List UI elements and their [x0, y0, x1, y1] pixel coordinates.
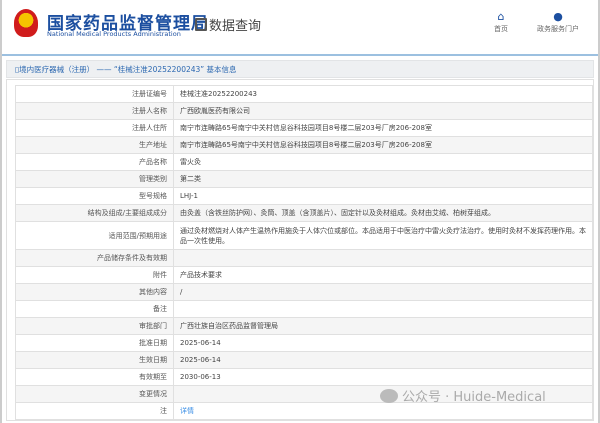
home-icon: ⌂ — [497, 10, 505, 23]
watermark-text: 公众号 · Huide-Medical — [402, 390, 546, 405]
row-value — [173, 300, 593, 318]
nav-home[interactable]: ⌂ 首页 — [494, 10, 508, 34]
nav-portal-label: 政务服务门户 — [537, 25, 579, 33]
row-value: 产品技术要求 — [173, 266, 593, 284]
table-row: 生产地址 南宁市连畴路65号南宁中关村信息谷科技园项目8号楼二层203号厂房206… — [15, 136, 593, 154]
table-row: 有效期至 2030-06-13 — [15, 368, 593, 386]
row-label: 结构及组成/主要组成成分 — [15, 204, 174, 222]
details-link[interactable]: 详情 — [180, 407, 194, 415]
site-title-en: National Medical Products Administration — [47, 30, 181, 38]
national-emblem-logo — [14, 9, 38, 37]
breadcrumb-text: 境内医疗器械（注册） —— “桂械注准20252200243” 基本信息 — [19, 65, 237, 74]
row-value: 2030-06-13 — [173, 368, 593, 386]
table-row: 生效日期 2025-06-14 — [15, 351, 593, 369]
row-value: 通过灸材燃烧对人体产生温热作用施灸于人体穴位或部位。本品适用于中医治疗中雷火灸疗… — [173, 221, 593, 250]
table-row: 结构及组成/主要组成成分 由灸盖（含铁丝防护网）、灸筒、顶盖（含顶盖片）、固定针以… — [15, 204, 593, 222]
row-value — [173, 249, 593, 267]
table-row: 审批部门 广西壮族自治区药品监督管理局 — [15, 317, 593, 335]
row-value: 详情 — [173, 402, 593, 420]
row-value: 南宁市连畴路65号南宁中关村信息谷科技园项目8号楼二层203号厂房206-208… — [173, 136, 593, 154]
breadcrumb: ▯境内医疗器械（注册） —— “桂械注准20252200243” 基本信息 — [6, 60, 594, 78]
row-label: 注册人住所 — [15, 119, 174, 137]
row-value: 广西壮族自治区药品监督管理局 — [173, 317, 593, 335]
table-row: 注册人住所 南宁市连畴路65号南宁中关村信息谷科技园项目8号楼二层203号厂房20… — [15, 119, 593, 137]
row-label: 注 — [15, 402, 174, 420]
row-label: 有效期至 — [15, 368, 174, 386]
nav-service-portal[interactable]: ● 政务服务门户 — [537, 10, 579, 34]
row-value: 2025-06-14 — [173, 334, 593, 352]
row-label: 注册证编号 — [15, 85, 174, 103]
user-icon: ● — [553, 10, 563, 23]
row-value: 2025-06-14 — [173, 351, 593, 369]
row-value: 雷火灸 — [173, 153, 593, 171]
table-row: 产品名称 雷火灸 — [15, 153, 593, 171]
table-row: 型号规格 LHJ-1 — [15, 187, 593, 205]
row-label: 产品储存条件及有效期 — [15, 249, 174, 267]
row-label: 变更情况 — [15, 385, 174, 403]
row-label: 生效日期 — [15, 351, 174, 369]
wechat-icon — [380, 388, 398, 403]
table-row: 管理类别 第二类 — [15, 170, 593, 188]
row-value: LHJ-1 — [173, 187, 593, 205]
row-label: 管理类别 — [15, 170, 174, 188]
row-label: 其他内容 — [15, 283, 174, 301]
row-label: 附件 — [15, 266, 174, 284]
table-row: 其他内容 / — [15, 283, 593, 301]
table-row: 批准日期 2025-06-14 — [15, 334, 593, 352]
row-value: 桂械注准20252200243 — [173, 85, 593, 103]
table-row: 注册人名称 广西欧胤医药有限公司 — [15, 102, 593, 120]
row-value: / — [173, 283, 593, 301]
table-row: 注册证编号 桂械注准20252200243 — [15, 85, 593, 103]
search-document-icon — [195, 18, 207, 31]
row-label: 批准日期 — [15, 334, 174, 352]
nav-home-label: 首页 — [494, 25, 508, 33]
row-value: 广西欧胤医药有限公司 — [173, 102, 593, 120]
table-row: 产品储存条件及有效期 — [15, 249, 593, 267]
row-label: 型号规格 — [15, 187, 174, 205]
site-header: 国家药品监督管理局 National Medical Products Admi… — [2, 0, 598, 56]
table-row: 附件 产品技术要求 — [15, 266, 593, 284]
detail-table: 注册证编号 桂械注准20252200243 注册人名称 广西欧胤医药有限公司 注册人住所… — [15, 85, 593, 420]
table-row: 备注 — [15, 300, 593, 318]
section-label: 数据查询 — [209, 19, 262, 34]
section-title: 数据查询 — [195, 15, 261, 34]
row-label: 审批部门 — [15, 317, 174, 335]
row-label: 产品名称 — [15, 153, 174, 171]
watermark: 公众号 · Huide-Medical — [380, 386, 546, 405]
row-value: 南宁市连畴路65号南宁中关村信息谷科技园项目8号楼二层203号厂房206-208… — [173, 119, 593, 137]
row-value: 第二类 — [173, 170, 593, 188]
row-label: 注册人名称 — [15, 102, 174, 120]
row-label: 适用范围/预期用途 — [15, 221, 174, 250]
row-label: 备注 — [15, 300, 174, 318]
table-row: 适用范围/预期用途 通过灸材燃烧对人体产生温热作用施灸于人体穴位或部位。本品适用于… — [15, 221, 593, 250]
row-value: 由灸盖（含铁丝防护网）、灸筒、顶盖（含顶盖片）、固定针以及灸材组成。灸材由艾绒、… — [173, 204, 593, 222]
detail-panel: 注册证编号 桂械注准20252200243 注册人名称 广西欧胤医药有限公司 注册人住所… — [6, 79, 594, 421]
row-label: 生产地址 — [15, 136, 174, 154]
table-row: 注详情 — [15, 402, 593, 420]
